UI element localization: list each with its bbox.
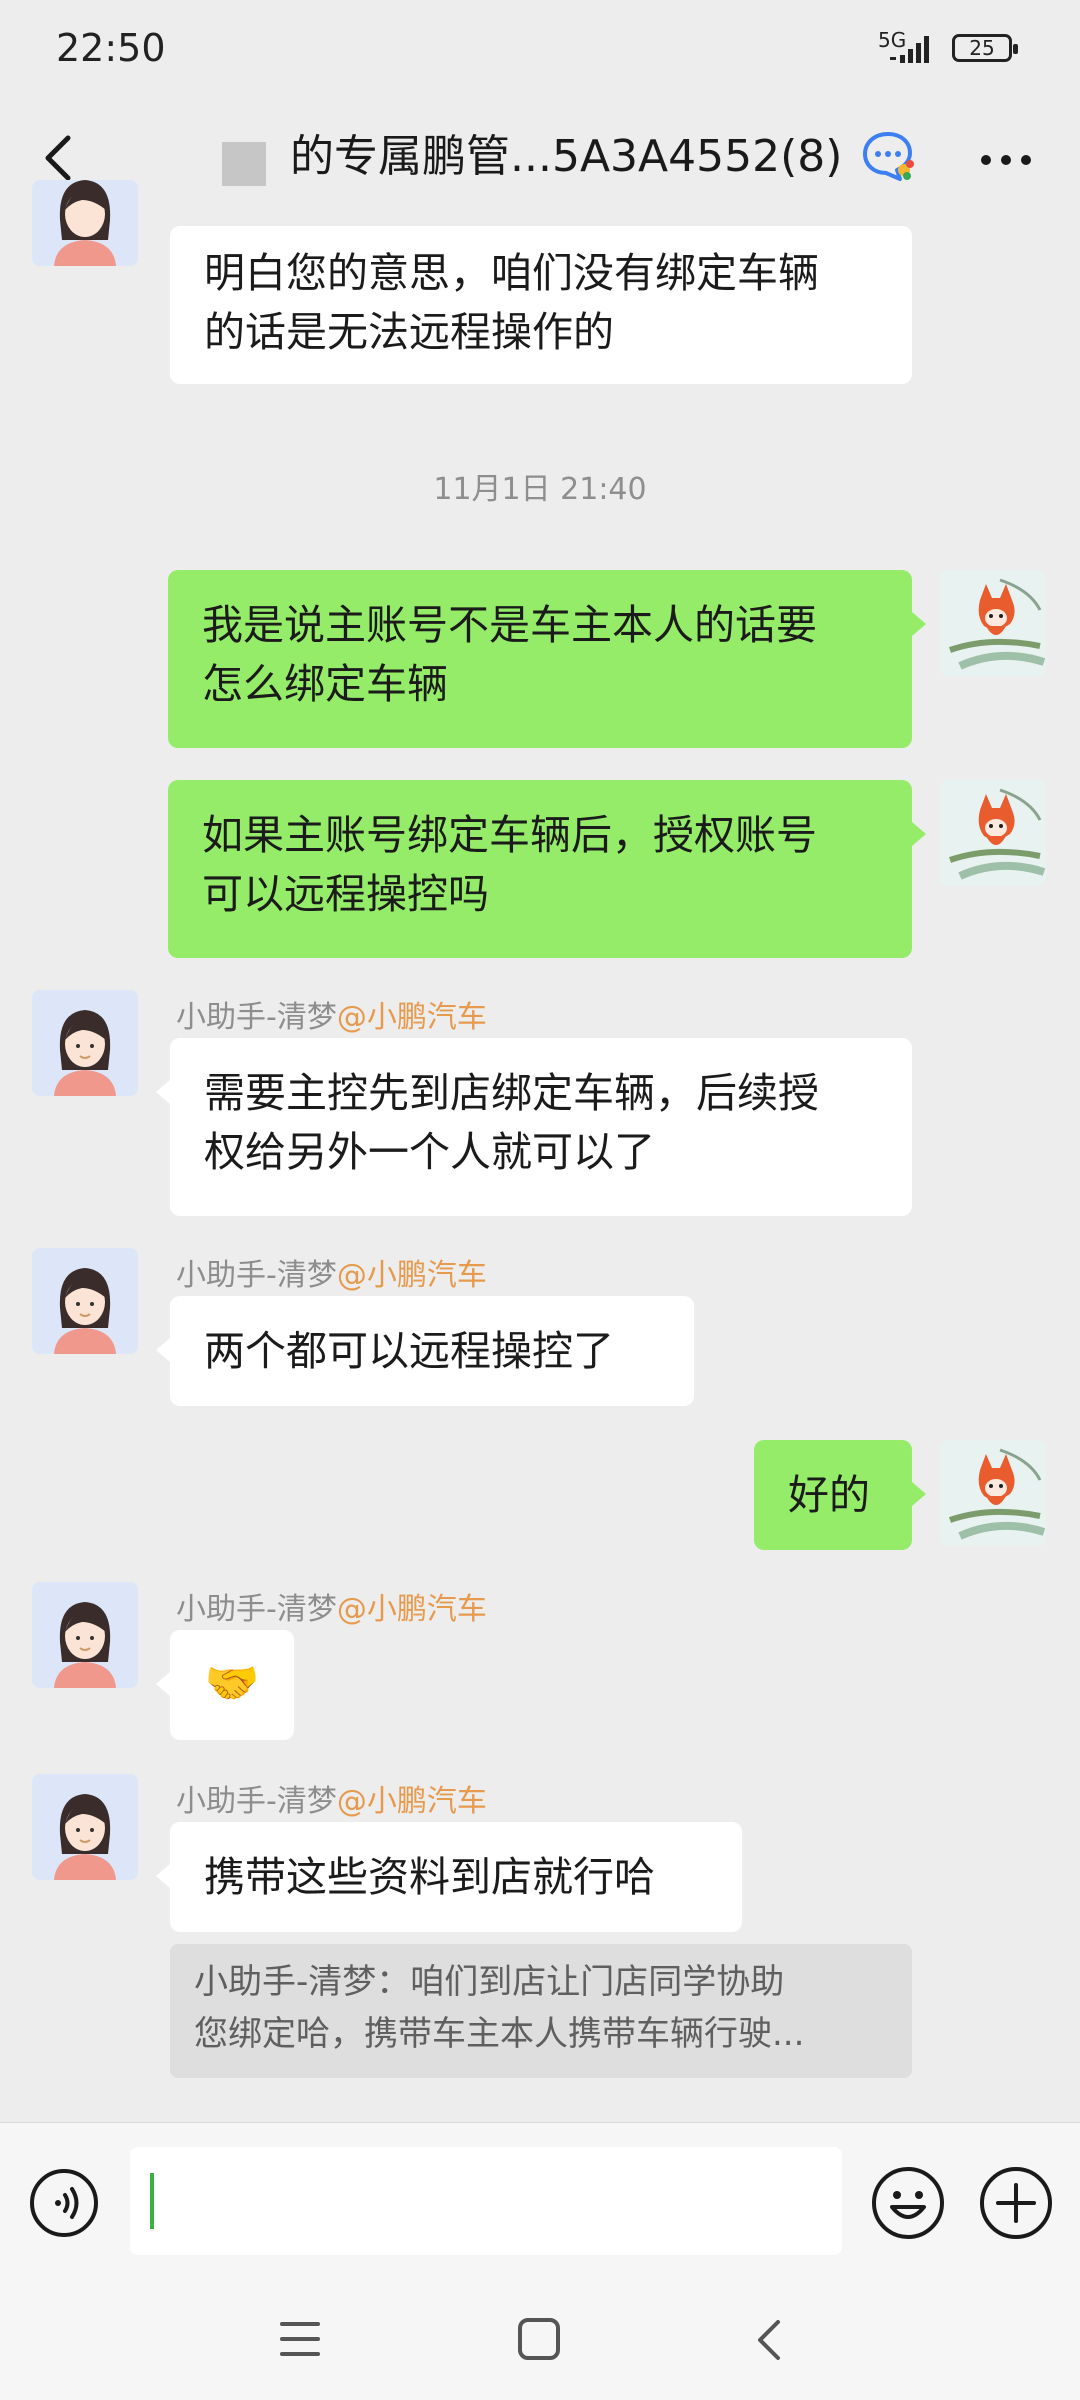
message-bubble-outgoing[interactable]: 如果主账号绑定车辆后，授权账号 可以远程操控吗 — [168, 780, 912, 958]
avatar[interactable] — [32, 180, 138, 266]
status-bar: 22:50 5G 25 — [0, 0, 1080, 100]
bubble-tail — [156, 1080, 170, 1104]
message-line: 怎么绑定车辆 — [202, 660, 448, 708]
chat-title[interactable]: 的专属鹏管...5A3A4552(8) — [290, 126, 842, 188]
quoted-message[interactable]: 小助手-清梦：咱们到店让门店同学协助 您绑定哈，携带车主本人携带车辆行驶... — [170, 1944, 912, 2078]
bubble-tail — [912, 822, 926, 846]
chat-bubble-icon[interactable] — [860, 128, 916, 184]
message-bubble-incoming[interactable]: 🤝 — [170, 1630, 294, 1740]
message-bubble-incoming[interactable]: 需要主控先到店绑定车辆，后续授 权给另外一个人就可以了 — [170, 1038, 912, 1216]
signal-icon — [890, 36, 929, 63]
girl-avatar-icon — [32, 990, 138, 1096]
avatar[interactable] — [32, 1248, 138, 1354]
quote-line: 小助手-清梦：咱们到店让门店同学协助 — [194, 1962, 785, 2002]
system-navigation-bar — [0, 2280, 1080, 2400]
quote-line: 您绑定哈，携带车主本人携带车辆行驶... — [194, 2014, 805, 2054]
back-icon[interactable] — [752, 2316, 786, 2364]
mention-tag[interactable]: @小鹏汽车 — [337, 1000, 487, 1035]
avatar[interactable] — [32, 1774, 138, 1880]
message-input[interactable] — [130, 2147, 842, 2255]
message-line: 明白您的意思，咱们没有绑定车辆 — [204, 249, 819, 297]
message-bubble-incoming[interactable]: 携带这些资料到店就行哈 — [170, 1822, 742, 1932]
sender-name: 小助手-清梦@小鹏汽车 — [176, 1584, 487, 1628]
fox-avatar-icon — [940, 1440, 1046, 1546]
mention-tag[interactable]: @小鹏汽车 — [337, 1592, 487, 1627]
fox-avatar-icon — [940, 570, 1046, 676]
sender-label: 小助手-清梦 — [176, 1784, 337, 1819]
message-bubble-incoming[interactable]: 明白您的意思，咱们没有绑定车辆 的话是无法远程操作的 — [170, 226, 912, 384]
voice-icon[interactable] — [28, 2167, 100, 2239]
sender-label: 小助手-清梦 — [176, 1592, 337, 1627]
battery-indicator: 25 — [952, 34, 1018, 62]
back-arrow-icon[interactable] — [34, 128, 84, 188]
self-avatar[interactable] — [940, 1440, 1046, 1546]
bubble-tail — [912, 1482, 926, 1506]
chat-header: 的专属鹏管...5A3A4552(8) — [0, 100, 1080, 218]
avatar[interactable] — [32, 990, 138, 1096]
message-line: 可以远程操控吗 — [202, 870, 489, 918]
message-bubble-outgoing[interactable]: 好的 — [754, 1440, 912, 1550]
girl-avatar-icon — [32, 1248, 138, 1354]
girl-avatar-icon — [32, 180, 138, 266]
girl-avatar-icon — [32, 1774, 138, 1880]
bubble-tail — [156, 1864, 170, 1888]
sender-name: 小助手-清梦@小鹏汽车 — [176, 1250, 487, 1294]
self-avatar[interactable] — [940, 570, 1046, 676]
message-line: 如果主账号绑定车辆后，授权账号 — [202, 811, 817, 859]
fox-avatar-icon — [940, 780, 1046, 886]
sender-name: 小助手-清梦@小鹏汽车 — [176, 1776, 487, 1820]
message-line: 两个都可以远程操控了 — [204, 1327, 614, 1375]
title-avatar-placeholder — [222, 142, 266, 186]
sender-label: 小助手-清梦 — [176, 1258, 337, 1293]
bubble-tail — [912, 612, 926, 636]
message-line: 好的 — [788, 1471, 870, 1519]
menu-icon[interactable] — [278, 2318, 322, 2360]
bubble-tail — [156, 1338, 170, 1362]
mention-tag[interactable]: @小鹏汽车 — [337, 1784, 487, 1819]
input-bar — [0, 2122, 1080, 2281]
home-icon[interactable] — [516, 2316, 562, 2362]
message-line: 权给另外一个人就可以了 — [204, 1128, 655, 1176]
message-timestamp: 11月1日 21:40 — [433, 472, 647, 507]
text-cursor — [150, 2173, 154, 2229]
message-bubble-outgoing[interactable]: 我是说主账号不是车主本人的话要 怎么绑定车辆 — [168, 570, 912, 748]
avatar[interactable] — [32, 1582, 138, 1688]
sender-name: 小助手-清梦@小鹏汽车 — [176, 992, 487, 1036]
sender-label: 小助手-清梦 — [176, 1000, 337, 1035]
bubble-tail — [156, 1672, 170, 1696]
girl-avatar-icon — [32, 1582, 138, 1688]
plus-icon[interactable] — [978, 2165, 1054, 2241]
handshake-emoji: 🤝 — [204, 1658, 260, 1709]
self-avatar[interactable] — [940, 780, 1046, 886]
message-line: 需要主控先到店绑定车辆，后续授 — [204, 1069, 819, 1117]
status-time: 22:50 — [56, 26, 166, 70]
message-line: 我是说主账号不是车主本人的话要 — [202, 601, 817, 649]
emoji-icon[interactable] — [870, 2165, 946, 2241]
message-bubble-incoming[interactable]: 两个都可以远程操控了 — [170, 1296, 694, 1406]
more-dots-icon[interactable] — [976, 140, 1036, 180]
message-line: 携带这些资料到店就行哈 — [204, 1853, 655, 1901]
message-line: 的话是无法远程操作的 — [204, 308, 614, 356]
mention-tag[interactable]: @小鹏汽车 — [337, 1258, 487, 1293]
